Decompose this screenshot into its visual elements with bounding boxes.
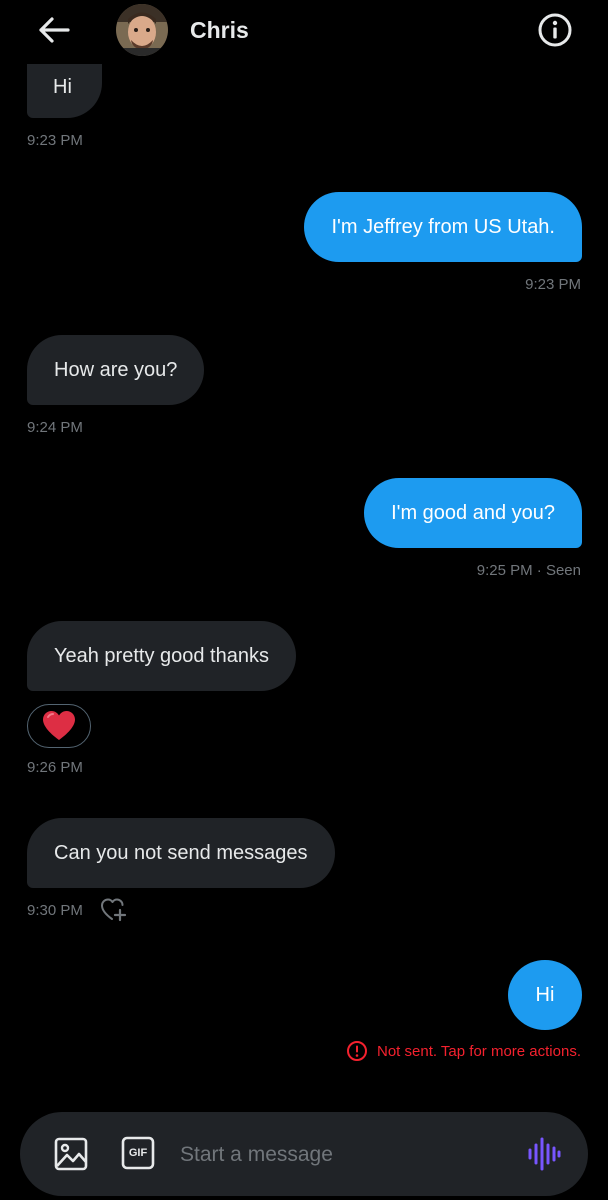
message-timestamp: 9:30 PM: [27, 902, 83, 919]
message-bubble-incoming[interactable]: How are you?: [27, 335, 205, 405]
message-status: 9:25 PM · Seen: [476, 562, 581, 579]
message-timestamp: 9:24 PM: [27, 419, 83, 436]
arrow-left-icon: [39, 17, 70, 43]
avatar[interactable]: [116, 4, 168, 56]
gif-button[interactable]: GIF: [121, 1136, 155, 1170]
voice-waveform-icon: [528, 1137, 561, 1171]
heart-icon: [43, 711, 75, 740]
back-button[interactable]: [32, 10, 76, 50]
voice-message-button[interactable]: [526, 1135, 562, 1173]
message-input[interactable]: [178, 1132, 512, 1178]
message-send-error[interactable]: Not sent. Tap for more actions.: [346, 1040, 581, 1062]
add-reaction-button[interactable]: [100, 897, 128, 923]
message-bubble-outgoing[interactable]: I'm Jeffrey from US Utah.: [304, 192, 582, 262]
message-bubble-outgoing[interactable]: I'm good and you?: [364, 478, 582, 548]
gif-label: GIF: [128, 1147, 148, 1159]
info-button[interactable]: [534, 9, 576, 51]
image-icon: [54, 1137, 88, 1171]
message-bubble-incoming[interactable]: Yeah pretty good thanks: [27, 621, 296, 691]
message-composer: GIF: [20, 1112, 588, 1196]
conversation-header: Chris: [0, 0, 608, 64]
message-timestamp: 9:23 PM: [27, 132, 83, 149]
reaction-badge[interactable]: ❤️: [27, 704, 91, 748]
error-icon: [347, 1041, 367, 1061]
error-text: Not sent. Tap for more actions.: [377, 1042, 581, 1060]
info-circle-icon: [538, 13, 572, 47]
heart-plus-icon: [101, 898, 127, 922]
media-button[interactable]: [53, 1136, 89, 1172]
message-bubble-outgoing[interactable]: Hi: [508, 960, 582, 1030]
contact-name[interactable]: Chris: [190, 17, 249, 44]
message-timestamp: 9:23 PM: [525, 276, 581, 293]
message-bubble-incoming[interactable]: Can you not send messages: [27, 818, 335, 888]
message-timestamp: 9:26 PM: [27, 759, 83, 776]
